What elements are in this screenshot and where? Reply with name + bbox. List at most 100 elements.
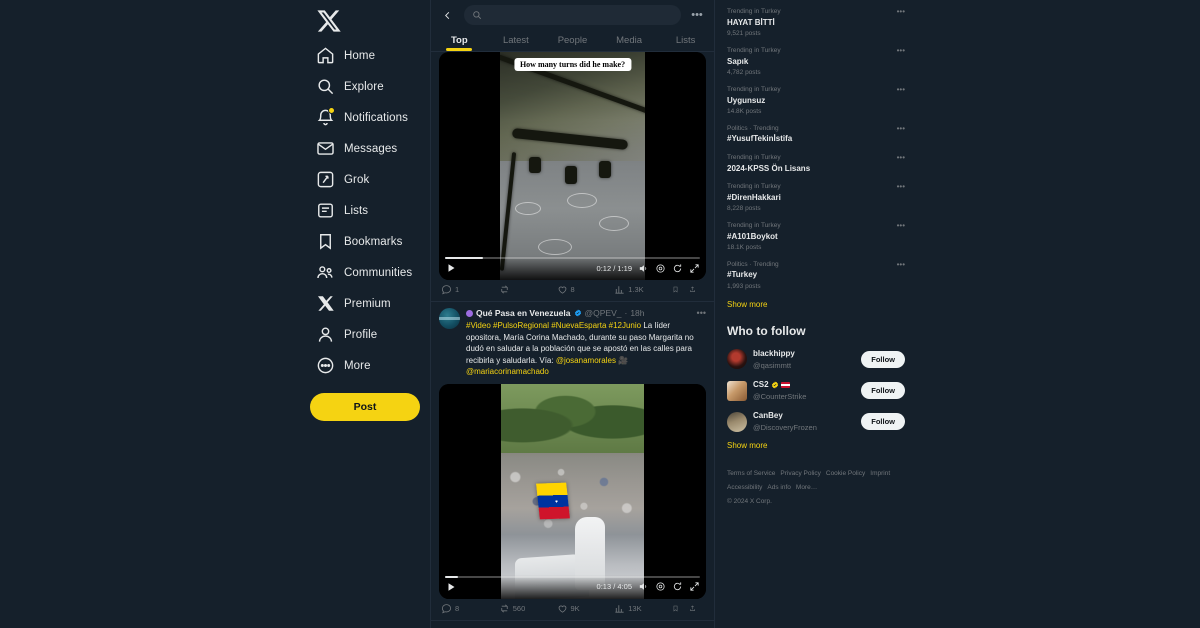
post-mention-author[interactable]: @mariacorinamachado [466, 367, 549, 376]
suggested-account-row[interactable]: CS2 @CounterStrike Follow [725, 375, 907, 406]
footer-link-ads-info[interactable]: Ads info [767, 483, 791, 493]
author-display-name[interactable]: Qué Pasa en Venezuela [476, 308, 571, 318]
trend-item[interactable]: Trending in Turkey #DirenHakkari 8,228 p… [725, 179, 907, 218]
volume-icon[interactable] [638, 263, 649, 274]
trends-show-more-link[interactable]: Show more [725, 296, 907, 313]
trend-item[interactable]: Trending in Turkey 2024-KPSS Ön Lisans •… [725, 150, 907, 179]
trend-more-icon[interactable]: ••• [893, 46, 905, 55]
views-button[interactable]: 1.3K [614, 284, 672, 295]
avatar[interactable] [727, 380, 747, 401]
app-root: Home Explore Notifications Messages Grok… [0, 0, 1200, 628]
post-button[interactable]: Post [310, 393, 420, 421]
avatar[interactable] [439, 308, 460, 329]
video-progress-bar[interactable] [445, 575, 700, 578]
trend-item[interactable]: Politics · Trending #Turkey 1,993 posts … [725, 257, 907, 296]
views-button[interactable]: 13K [614, 603, 672, 614]
home-icon [316, 46, 335, 65]
volume-icon[interactable] [638, 581, 649, 592]
post-more-icon[interactable]: ••• [697, 308, 706, 318]
avatar[interactable] [727, 411, 747, 432]
trend-more-icon[interactable]: ••• [893, 221, 905, 230]
share-button[interactable] [689, 284, 696, 295]
follow-button[interactable]: Follow [861, 382, 905, 399]
trend-item[interactable]: Trending in Turkey HAYAT BİTTİ 9,521 pos… [725, 4, 907, 43]
replay-icon[interactable] [672, 581, 683, 592]
sidebar-item-home[interactable]: Home [310, 40, 420, 71]
trend-item[interactable]: Trending in Turkey Uygunsuz 14.8K posts … [725, 82, 907, 121]
tab-latest[interactable]: Latest [488, 30, 545, 51]
author-handle[interactable]: @QPEV_ [585, 308, 622, 318]
avatar[interactable] [727, 349, 747, 370]
trend-more-icon[interactable]: ••• [893, 7, 905, 16]
trend-more-icon[interactable]: ••• [893, 124, 905, 133]
gear-icon[interactable] [655, 263, 666, 274]
suggested-account-row[interactable]: blackhippy @qasimmtt Follow [725, 344, 907, 375]
post-mention-source[interactable]: @josanamorales [556, 356, 616, 365]
bookmark-button[interactable] [672, 284, 679, 295]
trend-name: #DirenHakkari [727, 192, 781, 202]
footer-link-more[interactable]: More… [796, 483, 817, 493]
sidebar-item-communities[interactable]: Communities [310, 257, 420, 288]
sidebar-item-notifications[interactable]: Notifications [310, 102, 420, 133]
sidebar-item-explore[interactable]: Explore [310, 71, 420, 102]
trend-more-icon[interactable]: ••• [893, 153, 905, 162]
trend-more-icon[interactable]: ••• [893, 85, 905, 94]
account-display-name: blackhippy [753, 348, 795, 358]
footer-link-terms[interactable]: Terms of Service [727, 469, 775, 479]
repost-button[interactable] [499, 284, 557, 295]
sidebar-item-messages[interactable]: Messages [310, 133, 420, 164]
gear-icon[interactable] [655, 581, 666, 592]
sidebar-item-grok[interactable]: Grok [310, 164, 420, 195]
play-icon[interactable] [445, 581, 457, 593]
like-button[interactable]: 9K [557, 603, 615, 614]
x-logo-icon[interactable] [316, 8, 342, 34]
footer-link-privacy[interactable]: Privacy Policy [780, 469, 820, 479]
tab-lists[interactable]: Lists [657, 30, 714, 51]
video-player-2[interactable]: 0:13 / 4:05 [439, 383, 706, 599]
emoji-icon [466, 309, 473, 317]
footer-link-imprint[interactable]: Imprint [870, 469, 890, 479]
post-hashtags[interactable]: #Video #PulsoRegional #NuevaEsparta #12J… [466, 321, 641, 330]
follow-button[interactable]: Follow [861, 413, 905, 431]
reply-button[interactable]: 1 [441, 284, 499, 295]
play-icon[interactable] [445, 262, 457, 274]
footer-link-accessibility[interactable]: Accessibility [727, 483, 762, 493]
repost-button[interactable]: 560 [499, 603, 557, 614]
tab-top[interactable]: Top [431, 30, 488, 51]
video-player-1[interactable]: How many turns did he make? 0:12 / 1:19 [439, 52, 706, 280]
feed-list: How many turns did he make? 0:12 / 1:19 [431, 52, 714, 628]
tab-media[interactable]: Media [601, 30, 658, 51]
trend-more-icon[interactable]: ••• [893, 182, 905, 191]
author-row: Qué Pasa en Venezuela @QPEV_ · 18h ••• [466, 308, 706, 318]
video-progress-bar[interactable] [445, 257, 700, 259]
post-item[interactable]: Qué Pasa en Venezuela @QPEV_ · 18h ••• #… [431, 302, 714, 621]
search-box[interactable] [464, 5, 681, 25]
who-to-follow-show-more-link[interactable]: Show more [725, 437, 907, 454]
sidebar-item-lists[interactable]: Lists [310, 195, 420, 226]
back-arrow-icon[interactable] [437, 5, 457, 25]
share-button[interactable] [689, 603, 696, 614]
trend-item[interactable]: Trending in Turkey Sapık 4,782 posts ••• [725, 43, 907, 82]
like-button[interactable]: 8 [557, 284, 615, 295]
post-item[interactable]: How many turns did he make? 0:12 / 1:19 [431, 52, 714, 302]
reply-button[interactable]: 8 [441, 603, 499, 614]
sidebar-item-bookmarks[interactable]: Bookmarks [310, 226, 420, 257]
ride-seat [598, 161, 611, 179]
trend-more-icon[interactable]: ••• [893, 260, 905, 269]
footer-link-cookie[interactable]: Cookie Policy [826, 469, 865, 479]
replay-icon[interactable] [672, 263, 683, 274]
search-input[interactable] [487, 10, 673, 20]
trend-item[interactable]: Politics · Trending #YusufTekinİstifa ••… [725, 121, 907, 150]
expand-icon[interactable] [689, 581, 700, 592]
bookmark-button[interactable] [672, 603, 679, 614]
sidebar-item-profile[interactable]: Profile [310, 319, 420, 350]
trend-item[interactable]: Trending in Turkey #A101Boykot 18.1K pos… [725, 218, 907, 257]
follow-button[interactable]: Follow [861, 350, 905, 368]
trend-count: 1,993 posts [727, 282, 761, 290]
sidebar-item-more[interactable]: More [310, 350, 420, 381]
expand-icon[interactable] [689, 263, 700, 274]
more-horizontal-icon[interactable]: ••• [688, 6, 706, 24]
tab-people[interactable]: People [544, 30, 601, 51]
sidebar-item-premium[interactable]: Premium [310, 288, 420, 319]
suggested-account-row[interactable]: CanBey @DiscoveryFrozen Follow [725, 406, 907, 437]
